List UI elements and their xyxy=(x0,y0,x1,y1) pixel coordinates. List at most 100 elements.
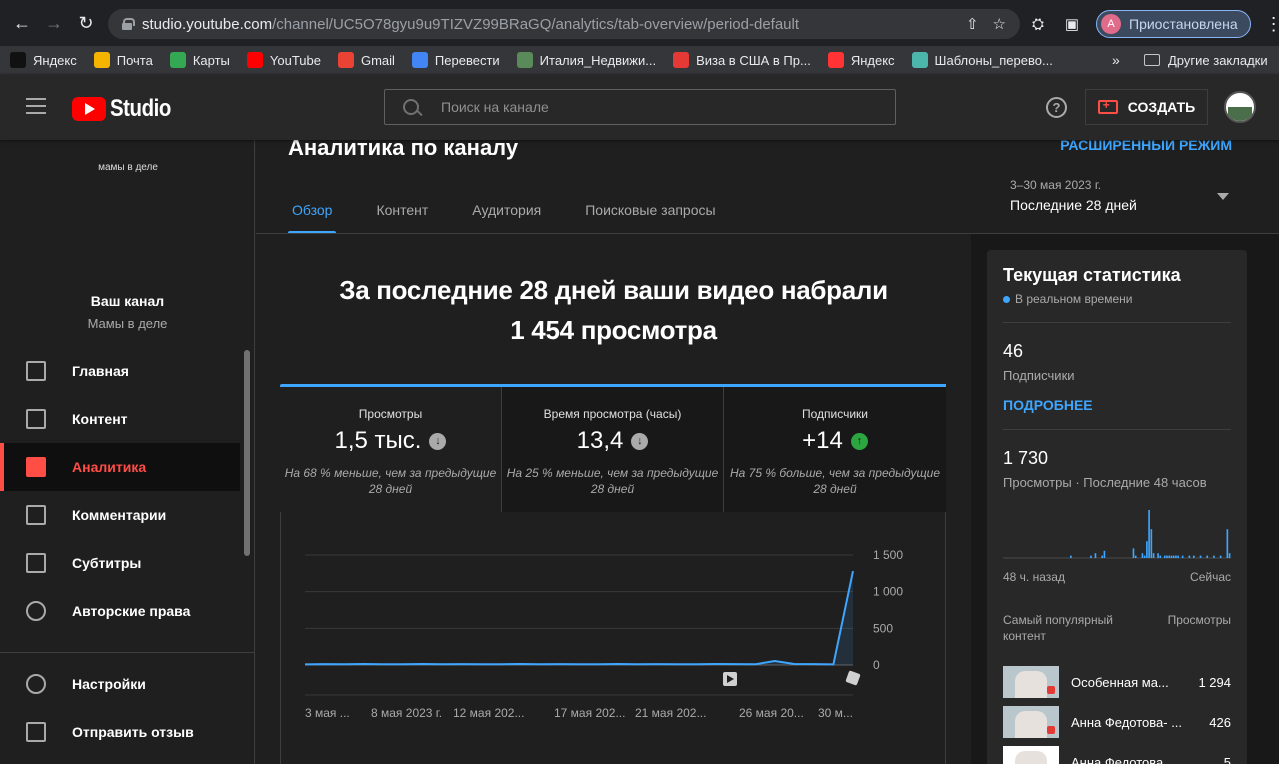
bookmark-item[interactable]: Яндекс xyxy=(827,52,895,68)
tab-audience[interactable]: Аудитория xyxy=(468,190,545,234)
spark-bar xyxy=(1226,529,1229,558)
account-avatar[interactable] xyxy=(1224,91,1256,123)
metric-card-watch-time[interactable]: Время просмотра (часы) 13,4 ↓ На 25 % ме… xyxy=(502,387,724,512)
help-icon[interactable]: ? xyxy=(1046,97,1067,118)
x-tick-label: 12 мая 202... xyxy=(453,706,524,720)
sidebar-item-dashboard[interactable]: Главная xyxy=(0,347,240,395)
lock-icon xyxy=(122,18,135,30)
metric-card-views[interactable]: Просмотры 1,5 тыс. ↓ На 68 % меньше, чем… xyxy=(280,387,502,512)
spark-bar xyxy=(1206,555,1209,558)
profile-button[interactable]: A Приостановлена xyxy=(1096,10,1251,38)
top-views-title: Просмотры xyxy=(1167,613,1231,627)
tab-overview[interactable]: Обзор xyxy=(288,190,337,234)
sidebar-item-analytics[interactable]: Аналитика xyxy=(0,443,240,491)
bookmark-item[interactable]: Италия_Недвижи... xyxy=(516,52,656,68)
forward-icon[interactable]: → xyxy=(38,7,70,39)
sidebar-item-comments[interactable]: Комментарии xyxy=(0,491,240,539)
realtime-column: Текущая статистика В реальном времени 46… xyxy=(971,234,1279,764)
realtime-views-count: 1 730 xyxy=(1003,448,1049,468)
sidebar-scrollbar[interactable] xyxy=(244,350,250,556)
sidebar-item-subtitles[interactable]: Субтитры xyxy=(0,539,240,587)
sidebar-item-settings[interactable]: Настройки xyxy=(0,660,240,708)
bookmark-item[interactable]: Карты xyxy=(169,52,230,68)
x-tick-label: 8 мая 2023 г. xyxy=(371,706,442,720)
bookmark-label: Почта xyxy=(116,52,153,68)
period-selector[interactable]: 3–30 мая 2023 г. Последние 28 дней xyxy=(1010,178,1137,213)
bookmark-item[interactable]: Gmail xyxy=(337,52,395,68)
bookmark-label: Шаблоны_перево... xyxy=(934,52,1053,68)
series-line xyxy=(304,570,854,666)
channel-avatar[interactable]: мамы в деле xyxy=(97,162,159,173)
address-bar[interactable]: studio.youtube.com/channel/UC5O78gyu9u9T… xyxy=(108,9,1020,39)
spark-bar xyxy=(1148,510,1150,558)
metric-note: На 68 % меньше, чем за предыдущие 28 дне… xyxy=(284,466,497,496)
sidebar-item-label: Аналитика xyxy=(72,459,147,475)
bookmark-item[interactable]: Перевести xyxy=(411,52,500,68)
back-icon[interactable]: ← xyxy=(6,7,38,39)
spark-bar xyxy=(1157,553,1159,558)
youtube-icon xyxy=(246,52,263,68)
share-icon[interactable]: ⇧ xyxy=(966,15,979,33)
spark-bar xyxy=(1159,555,1162,558)
spark-bar xyxy=(1101,555,1103,558)
studio-logo[interactable]: Studio xyxy=(72,95,182,123)
bookmark-item[interactable]: Почта xyxy=(93,52,153,68)
sidebar-item-copyright[interactable]: Авторские права xyxy=(0,587,240,635)
headline-line2: 1 454 просмотра xyxy=(510,315,717,345)
realtime-spark-chart[interactable] xyxy=(1003,502,1231,562)
arrow-down-icon: ↓ xyxy=(429,432,447,450)
metric-card-subscribers[interactable]: Подписчики +14 ↑ На 75 % больше, чем за … xyxy=(724,387,946,512)
other-bookmarks[interactable]: Другие закладки xyxy=(1144,46,1268,74)
spark-bar xyxy=(1132,548,1135,558)
spark-bar xyxy=(1175,555,1177,558)
ya-icon xyxy=(827,52,844,68)
reload-icon[interactable]: ↻ xyxy=(70,7,102,39)
main-content: Аналитика по каналу РАСШИРЕННЫЙ РЕЖИМ Об… xyxy=(256,140,1279,764)
top-content-header: Самый популярный контент Просмотры xyxy=(1003,612,1231,644)
views-chart[interactable]: 1 500 1 000 500 0 3 мая ... 8 мая 2023 г. 12 м… xyxy=(281,512,947,764)
list-item[interactable]: Особенная ма... 1 294 xyxy=(1003,662,1231,702)
metric-value-row: 13,4 ↓ xyxy=(502,427,723,455)
bookmark-label: YouTube xyxy=(269,52,321,68)
list-item[interactable]: Анна Федотова, мн... 5 xyxy=(1003,742,1231,764)
dashboard-icon xyxy=(26,361,46,381)
spark-axis-right: Сейчас xyxy=(1190,570,1231,584)
bookmark-item[interactable]: Шаблоны_перево... xyxy=(911,52,1053,68)
studio-header: Studio ? СОЗДАТЬ xyxy=(0,74,1279,140)
bookmark-item[interactable]: YouTube xyxy=(246,52,321,68)
sidebar-item-label: Контент xyxy=(72,411,128,427)
tab-search-queries[interactable]: Поисковые запросы xyxy=(581,190,719,234)
search-input[interactable] xyxy=(441,99,841,115)
spark-bar xyxy=(1177,555,1179,558)
menu-icon[interactable] xyxy=(26,98,46,114)
side-panel-icon[interactable]: ▣ xyxy=(1062,14,1082,34)
advanced-mode-link[interactable]: РАСШИРЕННЫЙ РЕЖИМ xyxy=(1060,140,1232,153)
tab-content[interactable]: Контент xyxy=(372,190,432,234)
profile-avatar: A xyxy=(1101,14,1121,34)
chrome-menu-icon[interactable]: ⋮ xyxy=(1265,14,1279,35)
bookmark-item[interactable]: Виза в США в Пр... xyxy=(673,52,811,68)
list-item[interactable]: Анна Федотова- ... 426 xyxy=(1003,702,1231,742)
profile-status: Приостановлена xyxy=(1129,16,1238,32)
realtime-live-label: В реальном времени xyxy=(1015,292,1133,306)
ya-star-icon xyxy=(10,52,26,68)
details-link[interactable]: ПОДРОБНЕЕ xyxy=(1003,397,1231,413)
create-button[interactable]: СОЗДАТЬ xyxy=(1085,89,1208,125)
bookmarks-overflow-button[interactable]: » xyxy=(1112,46,1120,74)
bookmark-star-icon[interactable]: ☆ xyxy=(993,15,1006,33)
spark-bar xyxy=(1141,553,1144,558)
bookmark-label: Карты xyxy=(192,52,230,68)
subtitles-icon xyxy=(26,553,46,573)
sidebar-item-feedback[interactable]: Отправить отзыв xyxy=(0,708,240,756)
chevron-down-icon[interactable] xyxy=(1217,193,1229,200)
extensions-icon[interactable]: ⛭ xyxy=(1028,14,1048,34)
sidebar-item-label: Комментарии xyxy=(72,507,167,523)
spark-bar xyxy=(1172,555,1175,558)
mail-icon xyxy=(93,52,110,68)
sidebar-item-content[interactable]: Контент xyxy=(0,395,240,443)
bookmark-item[interactable]: Яндекс xyxy=(10,52,77,68)
bookmark-label: Яндекс xyxy=(33,52,77,68)
metric-label: Подписчики xyxy=(801,407,868,421)
translate-icon xyxy=(411,52,428,68)
spark-bar xyxy=(1168,555,1171,558)
